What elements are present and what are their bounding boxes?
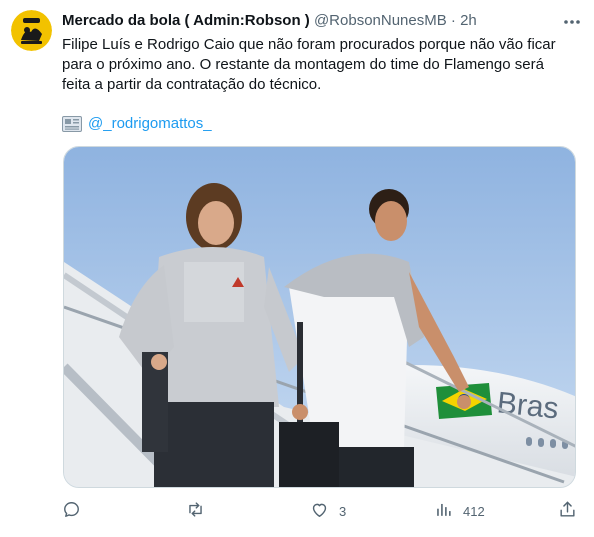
tweet-photo[interactable]: Bras [63, 146, 576, 488]
views-count: 412 [463, 503, 485, 519]
retweet-icon [186, 500, 205, 522]
tweet-header: Mercado da bola ( Admin:Robson ) @Robson… [62, 11, 582, 31]
newspaper-icon [62, 116, 82, 132]
views-button[interactable]: 412 [434, 498, 485, 524]
like-button[interactable]: 3 [310, 498, 346, 524]
retweet-button[interactable] [186, 498, 215, 524]
source-link[interactable]: @_rodrigomattos_ [88, 114, 212, 134]
author-name[interactable]: Mercado da bola ( Admin:Robson ) [62, 12, 310, 29]
plane-lettering: Bras [495, 386, 560, 425]
author-handle[interactable]: @RobsonNunesMB [314, 12, 447, 29]
share-icon [558, 500, 577, 522]
like-count: 3 [339, 503, 347, 519]
source-credit: @_rodrigomattos_ [62, 114, 212, 134]
reply-icon [62, 500, 81, 522]
share-button[interactable] [558, 498, 577, 524]
heart-icon [310, 500, 329, 522]
tweet-text: Filipe Luís e Rodrigo Caio que não foram… [62, 36, 556, 93]
tweet-actions: 3 412 [62, 498, 582, 524]
reply-button[interactable] [62, 498, 91, 524]
header-separator: · [450, 12, 456, 29]
tweet-card[interactable]: Mercado da bola ( Admin:Robson ) @Robson… [0, 0, 594, 537]
avatar[interactable] [11, 10, 52, 51]
tweet-timestamp[interactable]: 2h [460, 12, 477, 29]
views-chart-icon [434, 500, 453, 522]
more-horizontal-icon[interactable] [562, 12, 582, 32]
